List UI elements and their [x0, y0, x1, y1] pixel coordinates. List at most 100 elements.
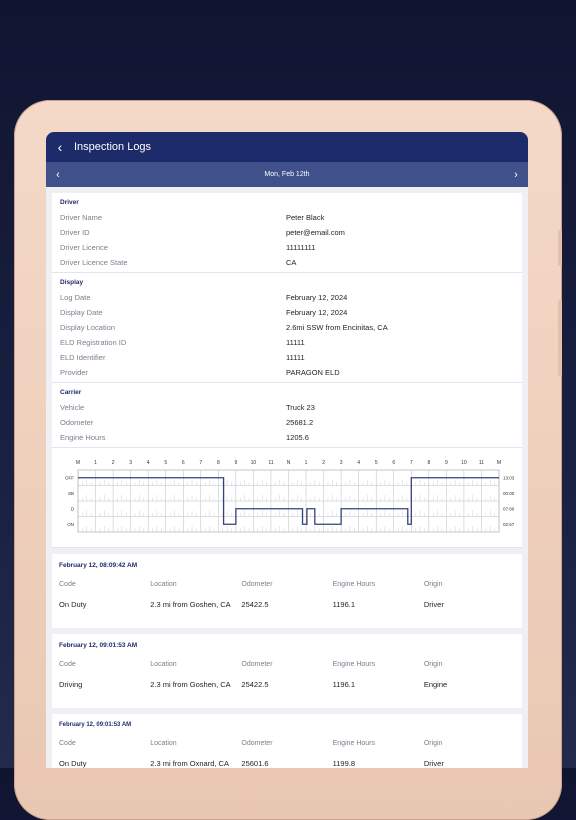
log-value: 1196.1 — [332, 680, 355, 689]
graph-status-label: OFF — [65, 476, 74, 481]
col-header: Location — [150, 661, 177, 668]
graph-status-label: SB — [68, 491, 74, 496]
previous-day-icon[interactable]: ‹ — [52, 169, 64, 181]
col-header: Odometer — [241, 740, 273, 747]
graph-total-label: 00:00 — [503, 491, 515, 496]
row-value: 2.6mi SSW from Encinitas, CA — [286, 323, 388, 332]
log-entry[interactable]: February 12, 09:01:53 AM Code Location Odo… — [52, 714, 522, 768]
row-value: February 12, 2024 — [286, 293, 348, 302]
row-value: peter@email.com — [286, 228, 345, 237]
info-row: ELD Registration ID 11111 — [60, 335, 514, 350]
row-value: 25681.2 — [286, 418, 314, 427]
col-header: Odometer — [241, 661, 273, 668]
log-value: 2.3 mi from Goshen, CA — [150, 680, 231, 689]
info-row: ELD Identifier 11111 — [60, 350, 514, 365]
graph-hour-label: 11 — [268, 460, 273, 466]
display-section: Display Log Date February 12, 2024 Displa… — [52, 273, 522, 383]
graph-hour-label: 6 — [392, 460, 395, 466]
row-value: 11111 — [286, 338, 305, 347]
next-day-icon[interactable]: › — [510, 169, 522, 181]
row-label: Odometer — [60, 418, 94, 427]
info-card: Driver Driver Name Peter Black Driver ID p… — [52, 193, 522, 448]
row-label: Driver Name — [60, 213, 103, 222]
log-values: On Duty 2.3 mi from Oxnard, CA 25601.6 1199… — [59, 759, 515, 768]
section-title: Carrier — [60, 389, 82, 396]
graph-hour-label: 11 — [479, 460, 484, 466]
info-row: Vehicle Truck 23 — [60, 400, 514, 415]
volume-button — [558, 300, 562, 376]
log-value: 2.3 mi from Goshen, CA — [150, 600, 231, 609]
info-row: Display Location 2.6mi SSW from Encinitas… — [60, 320, 514, 335]
graph-hour-label: 9 — [445, 460, 448, 466]
date-bar: ‹ Mon, Feb 12th › — [46, 162, 528, 187]
graph-hour-label: 2 — [322, 460, 325, 466]
col-header: Origin — [423, 740, 443, 747]
section-title: Display — [60, 279, 84, 286]
page-title: Inspection Logs — [74, 141, 152, 153]
duty-status-graph: M 1 2 3 4 5 6 7 8 9 10 11 N 1 2 3 4 5 6 7 8 9 10 11 M OFF 13:03 SB 0… — [52, 448, 522, 548]
app-screen: ‹ Inspection Logs ‹ Mon, Feb 12th › Driv… — [46, 132, 528, 768]
row-label: Driver ID — [60, 228, 90, 237]
info-row: Driver Licence 11111111 — [60, 240, 514, 255]
log-value: On Duty — [59, 600, 87, 609]
log-value: 25422.5 — [241, 680, 269, 689]
graph-hour-label: 7 — [199, 460, 202, 466]
info-row: Log Date February 12, 2024 — [60, 290, 514, 305]
row-label: Driver Licence State — [60, 258, 128, 267]
log-timestamp: February 12, 09:01:53 AM — [59, 642, 138, 649]
chevron-left-icon[interactable]: ‹ — [46, 139, 74, 155]
col-header: Engine Hours — [332, 740, 376, 747]
graph-hour-label: 3 — [129, 460, 132, 466]
graph-status-label: D — [71, 507, 75, 512]
log-entry[interactable]: February 12, 08:09:42 AM Code Location Odo… — [52, 554, 522, 628]
graph-hour-label: 1 — [305, 460, 308, 466]
section-title: Driver — [60, 199, 79, 206]
graph-hour-label: 6 — [182, 460, 185, 466]
graph-hour-label: 5 — [164, 460, 167, 466]
log-value: 25601.6 — [241, 759, 269, 768]
log-headers: Code Location Odometer Engine Hours Origin — [59, 581, 515, 588]
graph-hour-label: 4 — [357, 460, 360, 466]
info-row: Display Date February 12, 2024 — [60, 305, 514, 320]
graph-total-label: 07:80 — [503, 507, 515, 512]
graph-hour-label: 10 — [251, 460, 257, 466]
row-value: February 12, 2024 — [286, 308, 348, 317]
graph-status-label: ON — [67, 522, 74, 527]
log-values: Driving 2.3 mi from Goshen, CA 25422.5 1196… — [59, 680, 515, 689]
graph-total-label: 02:67 — [503, 522, 515, 527]
navigation-bar: ‹ Inspection Logs — [46, 132, 528, 162]
graph-hour-label: 1 — [94, 460, 97, 466]
log-value: 25422.5 — [241, 600, 269, 609]
col-header: Code — [59, 581, 76, 588]
graph-hour-label: 8 — [217, 460, 220, 466]
graph-hour-label: 9 — [234, 460, 237, 466]
col-header: Odometer — [241, 581, 273, 588]
graph-hour-label: 7 — [410, 460, 413, 466]
row-value: Peter Black — [286, 213, 325, 222]
row-label: Display Date — [60, 308, 103, 317]
log-headers: Code Location Odometer Engine Hours Origin — [59, 740, 515, 747]
log-value: 1199.8 — [332, 759, 355, 768]
graph-hour-label: 8 — [427, 460, 430, 466]
row-label: Display Location — [60, 323, 116, 332]
log-value: 1196.1 — [332, 600, 355, 609]
row-label: Provider — [60, 368, 88, 377]
row-value: 11111111 — [286, 243, 316, 252]
graph-hour-label: N — [287, 460, 291, 466]
row-value: 1205.6 — [286, 433, 309, 442]
log-value: On Duty — [59, 759, 87, 768]
row-value: 11111 — [286, 353, 305, 362]
col-header: Location — [150, 740, 177, 747]
log-value: 2.3 mi from Oxnard, CA — [150, 759, 229, 768]
current-date: Mon, Feb 12th — [264, 171, 310, 178]
log-headers: Code Location Odometer Engine Hours Origin — [59, 661, 515, 668]
info-row: Driver ID peter@email.com — [60, 225, 514, 240]
log-timestamp: February 12, 08:09:42 AM — [59, 562, 138, 569]
log-values: On Duty 2.3 mi from Goshen, CA 25422.5 1196… — [59, 600, 515, 609]
carrier-section: Carrier Vehicle Truck 23 Odometer 25681.2 … — [52, 383, 522, 448]
graph-hour-label: M — [76, 460, 80, 466]
row-label: Log Date — [60, 293, 91, 302]
graph-hour-label: M — [497, 460, 501, 466]
log-entry[interactable]: February 12, 09:01:53 AM Code Location Odo… — [52, 634, 522, 708]
graph-hour-label: 3 — [340, 460, 343, 466]
